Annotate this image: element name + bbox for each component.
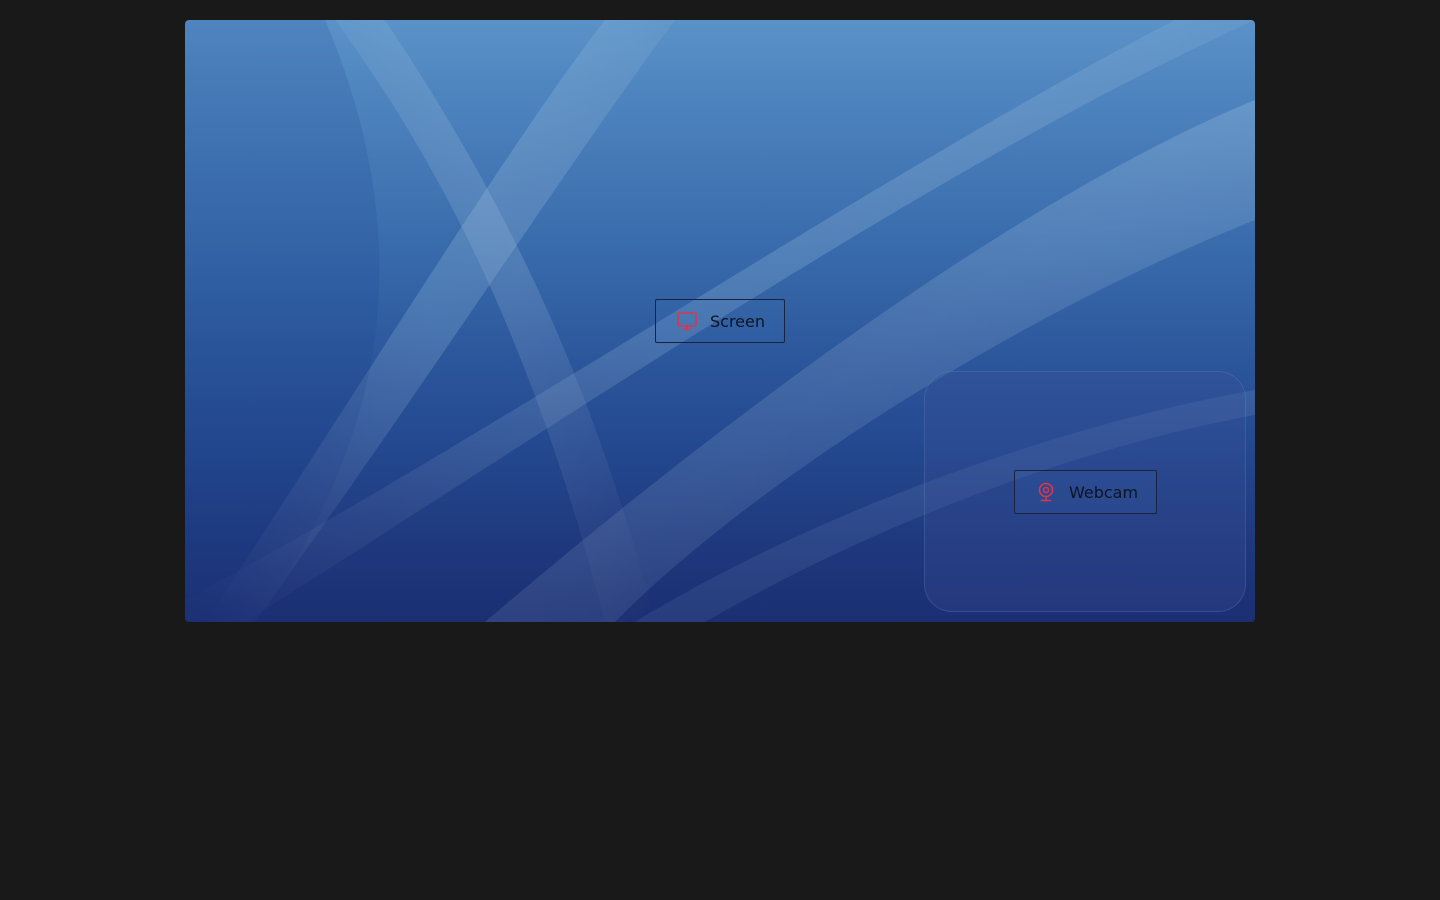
webcam-source-button[interactable]: Webcam: [1014, 470, 1157, 514]
recording-preview-canvas: Screen Webcam: [185, 20, 1255, 622]
webcam-preview-overlay[interactable]: Webcam: [924, 371, 1246, 612]
screen-source-label: Screen: [710, 311, 766, 331]
webcam-source-label: Webcam: [1069, 482, 1139, 502]
monitor-icon: [676, 310, 698, 332]
webcam-icon: [1035, 481, 1057, 503]
screen-source-button[interactable]: Screen: [655, 299, 785, 343]
